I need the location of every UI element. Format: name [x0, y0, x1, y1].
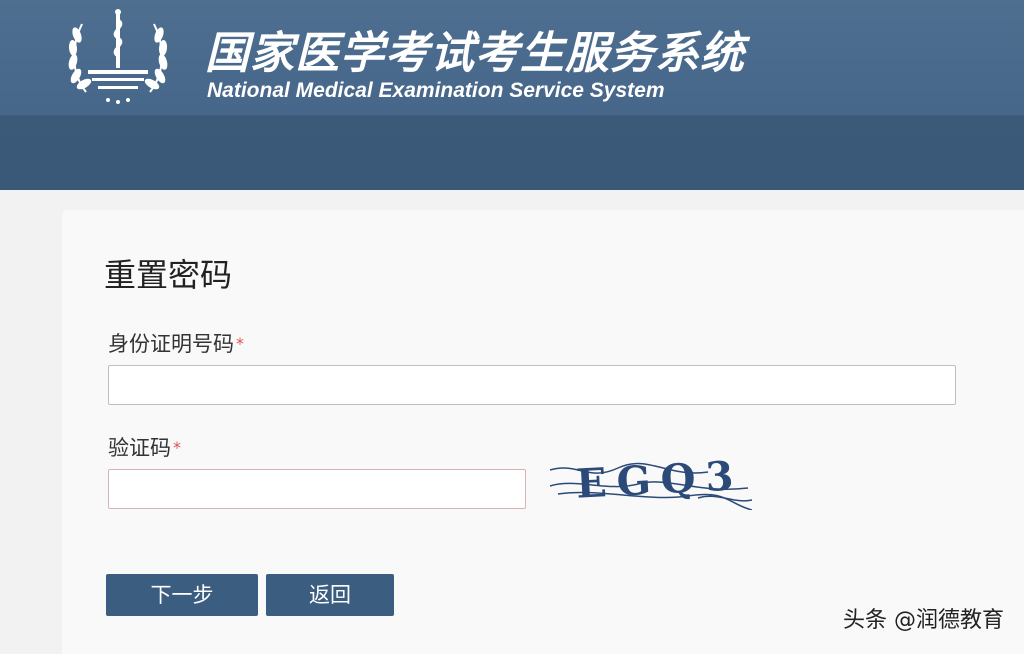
captcha-text: EGQ3 — [575, 452, 745, 508]
emblem-logo-icon — [68, 9, 168, 104]
captcha-input[interactable] — [108, 469, 526, 509]
id-number-input[interactable] — [108, 365, 956, 405]
back-button[interactable]: 返回 — [266, 574, 394, 616]
next-button[interactable]: 下一步 — [106, 574, 258, 616]
captcha-label-text: 验证码 — [108, 436, 171, 460]
watermark-text: 头条 @润德教育 — [843, 608, 1004, 633]
site-title-en: National Medical Examination Service Sys… — [207, 79, 665, 102]
site-title-cn: 国家医学考试考生服务系统 — [205, 28, 745, 79]
id-number-label-text: 身份证明号码 — [108, 332, 234, 356]
captcha-label: 验证码 * — [108, 434, 181, 462]
page-title: 重置密码 — [104, 256, 233, 294]
required-mark: * — [236, 334, 244, 353]
captcha-image[interactable]: EGQ3 — [548, 448, 754, 510]
required-mark: * — [173, 438, 181, 457]
id-number-label: 身份证明号码 * — [108, 330, 244, 358]
site-header: 国家医学考试考生服务系统 National Medical Examinatio… — [0, 0, 1024, 190]
